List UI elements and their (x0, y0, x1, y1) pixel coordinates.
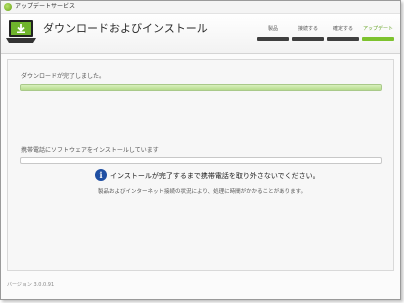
title-bar: アップデートサービス (1, 1, 400, 14)
page-title: ダウンロードおよびインストール (43, 22, 208, 35)
step-product: 製品 (257, 24, 289, 41)
download-progress-fill (21, 85, 381, 90)
download-status-text: ダウンロードが完了しました。 (21, 73, 106, 80)
step-label: 接続する (297, 26, 318, 32)
warning-message: インストールが完了するまで携帯電話を取り外さないでください。 (110, 172, 320, 180)
step-label: アップデート (362, 26, 393, 32)
step-bar (292, 37, 324, 41)
step-update: アップデート (362, 24, 394, 41)
update-service-window: アップデートサービス ダウンロードおよびインストール 製品 接続する 確定する (0, 0, 401, 300)
step-label: 確定する (332, 26, 353, 32)
window-title: アップデートサービス (15, 3, 76, 10)
step-bar (327, 37, 359, 41)
info-icon: i (95, 169, 107, 181)
note-message: 製品およびインターネット接続の状況により、処理に時間がかかることがあります。 (98, 189, 307, 195)
install-status-text: 携帯電話にソフトウェアをインストールしています (21, 147, 159, 154)
step-connect: 接続する (292, 24, 324, 41)
step-confirm: 確定する (327, 24, 359, 41)
main-panel: ダウンロードが完了しました。 携帯電話にソフトウェアをインストールしています i… (7, 59, 394, 271)
header: ダウンロードおよびインストール 製品 接続する 確定する アップデート (1, 14, 400, 54)
version-label: バージョン 3.0.0.91 (7, 282, 55, 288)
step-label: 製品 (267, 26, 278, 32)
step-bar (362, 37, 394, 41)
laptop-download-icon (6, 20, 36, 43)
download-progress-bar (20, 84, 382, 91)
install-progress-bar (20, 157, 382, 164)
app-logo-icon (4, 3, 12, 11)
step-indicator: 製品 接続する 確定する アップデート (257, 24, 394, 41)
step-bar (257, 37, 289, 41)
